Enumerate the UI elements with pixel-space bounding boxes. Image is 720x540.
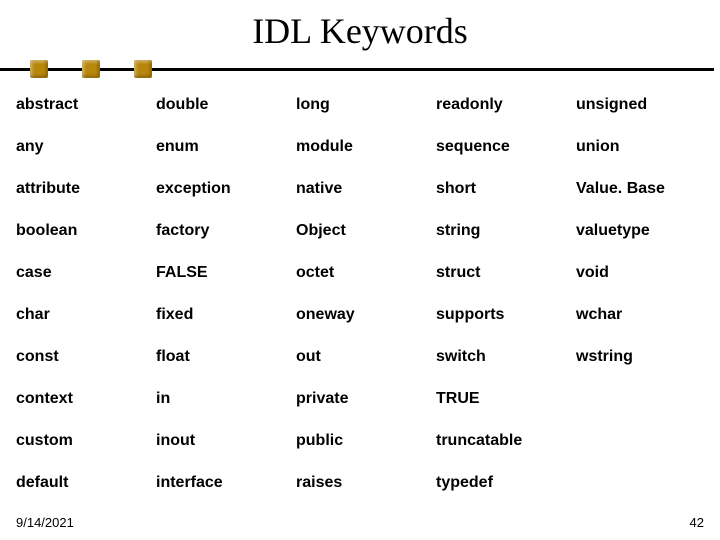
keyword-cell[interactable]: struct: [430, 252, 570, 294]
keyword-cell: boolean: [10, 210, 150, 252]
keyword-cell: supports: [430, 294, 570, 336]
keyword-cell: const: [10, 336, 150, 378]
keyword-cell: union: [570, 126, 710, 168]
footer-date: 9/14/2021: [16, 515, 74, 530]
keyword-cell: attribute: [10, 168, 150, 210]
keyword-cell: FALSE: [150, 252, 290, 294]
keyword-cell: long: [290, 84, 430, 126]
dot-icon: [30, 60, 48, 78]
table-row: contextinprivateTRUE: [10, 378, 710, 420]
keyword-cell: [570, 420, 710, 462]
keyword-cell: switch: [430, 336, 570, 378]
keyword-cell: native: [290, 168, 430, 210]
keyword-cell: out: [290, 336, 430, 378]
slide: IDL Keywords abstractdoublelongreadonlyu…: [0, 0, 720, 540]
footer: 9/14/2021 42: [16, 515, 704, 530]
divider-dots: [30, 60, 152, 78]
keyword-cell: float: [150, 336, 290, 378]
keyword-cell: any: [10, 126, 150, 168]
keyword-cell: case: [10, 252, 150, 294]
keyword-cell: private: [290, 378, 430, 420]
dot-icon: [82, 60, 100, 78]
page-title: IDL Keywords: [0, 0, 720, 60]
keyword-cell: fixed: [150, 294, 290, 336]
keyword-cell: char: [10, 294, 150, 336]
keyword-cell[interactable]: inout: [150, 420, 290, 462]
keyword-cell: raises: [290, 462, 430, 504]
keyword-cell: public: [290, 420, 430, 462]
table-row: charfixedonewaysupportswchar: [10, 294, 710, 336]
keyword-cell: default: [10, 462, 150, 504]
keyword-cell: exception: [150, 168, 290, 210]
keyword-cell: unsigned: [570, 84, 710, 126]
table-row: constfloatoutswitchwstring: [10, 336, 710, 378]
keyword-cell[interactable]: in: [150, 378, 290, 420]
table-row: defaultinterfaceraisestypedef: [10, 462, 710, 504]
keyword-cell: double: [150, 84, 290, 126]
keyword-cell: truncatable: [430, 420, 570, 462]
keyword-cell: abstract: [10, 84, 150, 126]
keywords-table: abstractdoublelongreadonlyunsignedanyenu…: [10, 84, 710, 504]
table-row: caseFALSEoctetstructvoid: [10, 252, 710, 294]
keyword-cell: Value. Base: [570, 168, 710, 210]
keyword-cell: short: [430, 168, 570, 210]
footer-page: 42: [690, 515, 704, 530]
table-row: anyenummodulesequenceunion: [10, 126, 710, 168]
keyword-cell: factory: [150, 210, 290, 252]
table-row: attributeexceptionnativeshortValue. Base: [10, 168, 710, 210]
keyword-cell: context: [10, 378, 150, 420]
keyword-cell: typedef: [430, 462, 570, 504]
keyword-cell: valuetype: [570, 210, 710, 252]
keyword-cell: octet: [290, 252, 430, 294]
keyword-cell[interactable]: string: [430, 210, 570, 252]
keyword-cell: enum: [150, 126, 290, 168]
keyword-cell: wstring: [570, 336, 710, 378]
keyword-cell: wchar: [570, 294, 710, 336]
table-row: abstractdoublelongreadonlyunsigned: [10, 84, 710, 126]
keyword-cell: sequence: [430, 126, 570, 168]
keyword-cell[interactable]: module: [290, 126, 430, 168]
table-row: custominoutpublictruncatable: [10, 420, 710, 462]
keyword-cell: readonly: [430, 84, 570, 126]
divider: [0, 60, 720, 78]
keyword-cell: [570, 462, 710, 504]
keyword-cell: TRUE: [430, 378, 570, 420]
keyword-cell: [570, 378, 710, 420]
keyword-cell: Object: [290, 210, 430, 252]
keyword-cell[interactable]: interface: [150, 462, 290, 504]
keyword-cell: void: [570, 252, 710, 294]
table-row: booleanfactoryObjectstringvaluetype: [10, 210, 710, 252]
keyword-cell[interactable]: oneway: [290, 294, 430, 336]
dot-icon: [134, 60, 152, 78]
keyword-cell: custom: [10, 420, 150, 462]
